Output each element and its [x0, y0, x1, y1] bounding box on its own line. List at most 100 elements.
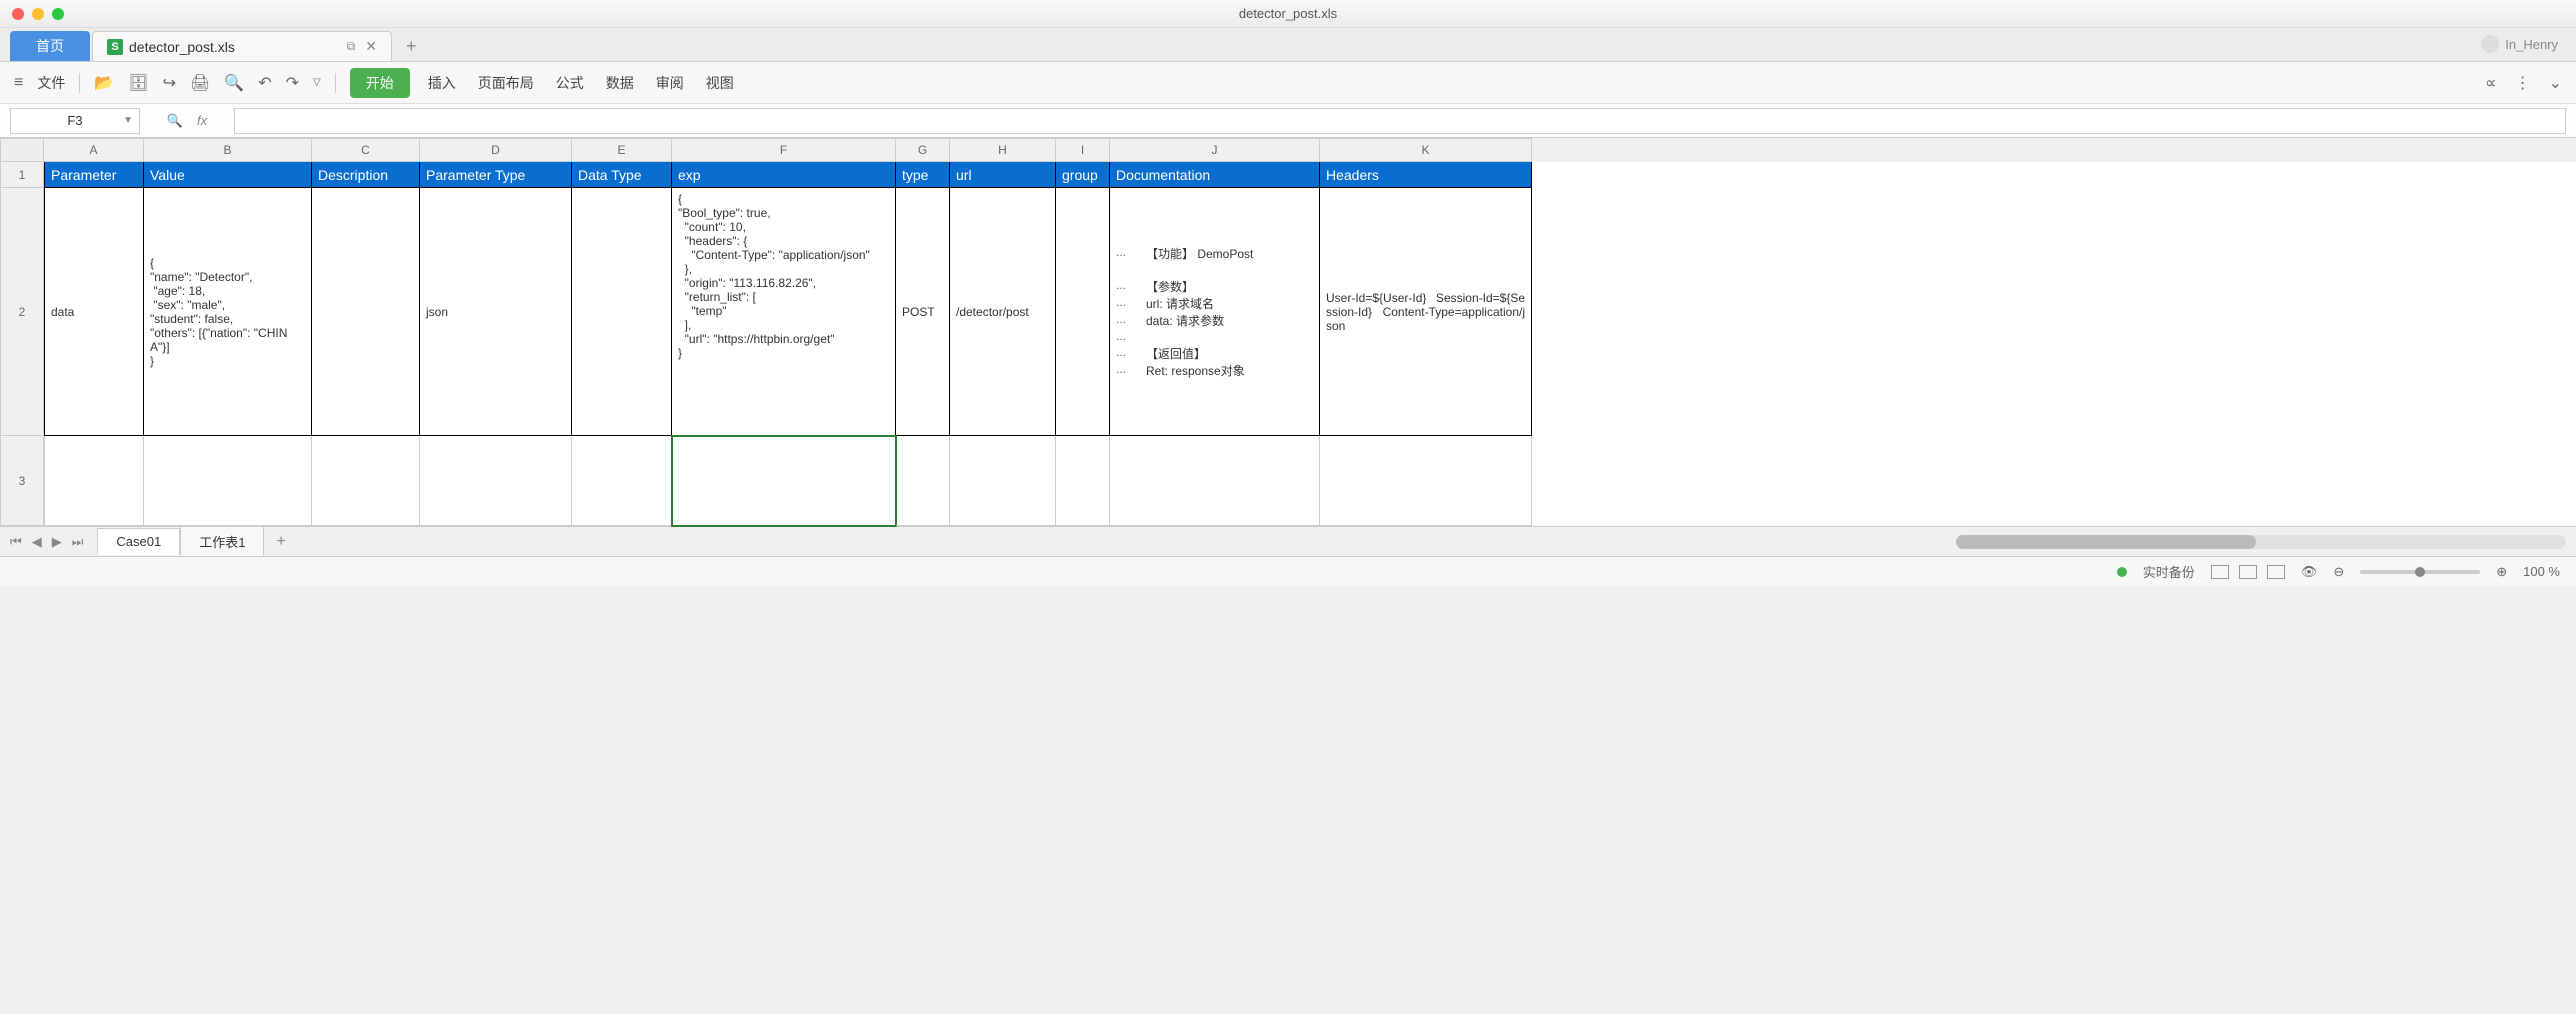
cell-I1[interactable]: group	[1056, 162, 1110, 188]
menu-insert[interactable]: 插入	[424, 73, 460, 93]
menu-formula[interactable]: 公式	[552, 73, 588, 93]
cell-A2[interactable]: data	[44, 188, 144, 436]
share-icon[interactable]: ∝	[2485, 73, 2496, 93]
cell-J1[interactable]: Documentation	[1110, 162, 1320, 188]
zoom-level[interactable]: 100 %	[2523, 564, 2560, 579]
scrollbar-thumb[interactable]	[1956, 535, 2256, 549]
save-icon[interactable]: 🗄	[128, 73, 148, 93]
cell-F3[interactable]	[672, 436, 896, 526]
minimize-window-button[interactable]	[32, 8, 44, 20]
col-header-A[interactable]: A	[44, 138, 144, 162]
cell-E3[interactable]	[572, 436, 672, 526]
cell-E2[interactable]	[572, 188, 672, 436]
cell-G2[interactable]: POST	[896, 188, 950, 436]
dropdown-icon[interactable]: ▽	[313, 77, 321, 88]
cell-K2[interactable]: User-Id=${User-Id} Session-Id=${Session-…	[1320, 188, 1532, 436]
backup-status-label[interactable]: 实时备份	[2143, 562, 2195, 581]
export-icon[interactable]: ↪	[163, 73, 176, 93]
user-area[interactable]: In_Henry	[2481, 27, 2558, 61]
col-header-D[interactable]: D	[420, 138, 572, 162]
add-sheet-button[interactable]: +	[264, 533, 297, 551]
cell-C2[interactable]	[312, 188, 420, 436]
sheet-first-icon[interactable]: ⏮	[10, 534, 22, 550]
zoom-slider[interactable]	[2360, 570, 2480, 574]
row-header-3[interactable]: 3	[0, 436, 44, 526]
cell-B3[interactable]	[144, 436, 312, 526]
cell-E1[interactable]: Data Type	[572, 162, 672, 188]
print-preview-icon[interactable]: 🔍	[224, 73, 244, 93]
col-header-F[interactable]: F	[672, 138, 896, 162]
home-tab[interactable]: 首页	[10, 31, 90, 61]
fx-icon[interactable]: fx	[197, 113, 207, 129]
print-icon[interactable]: 🖨	[190, 73, 210, 93]
cell-H1[interactable]: url	[950, 162, 1056, 188]
cell-J2[interactable]: ...【功能】 DemoPost...【参数】...url: 请求域名...da…	[1110, 188, 1320, 436]
menu-view[interactable]: 视图	[702, 73, 738, 93]
cell-K1[interactable]: Headers	[1320, 162, 1532, 188]
cell-K3[interactable]	[1320, 436, 1532, 526]
row-header-1[interactable]: 1	[0, 162, 44, 188]
row-header-2[interactable]: 2	[0, 188, 44, 436]
col-header-K[interactable]: K	[1320, 138, 1532, 162]
view-page-icon[interactable]	[2239, 565, 2257, 579]
zoom-out-button[interactable]: ⊖	[2333, 564, 2344, 580]
cell-F1[interactable]: exp	[672, 162, 896, 188]
zoom-slider-knob[interactable]	[2415, 567, 2425, 577]
cell-reference-box[interactable]: F3 ▼	[10, 108, 140, 134]
sheet-tab-case01[interactable]: Case01	[97, 528, 180, 555]
eye-icon[interactable]: 👁	[2301, 564, 2318, 580]
cell-H2[interactable]: /detector/post	[950, 188, 1056, 436]
menu-data[interactable]: 数据	[602, 73, 638, 93]
cell-J3[interactable]	[1110, 436, 1320, 526]
col-header-B[interactable]: B	[144, 138, 312, 162]
cell-I3[interactable]	[1056, 436, 1110, 526]
sheet-next-icon[interactable]: ▶	[52, 534, 62, 550]
cell-I2[interactable]	[1056, 188, 1110, 436]
col-header-G[interactable]: G	[896, 138, 950, 162]
redo-icon[interactable]: ↷	[286, 73, 299, 93]
start-menu[interactable]: 开始	[350, 68, 410, 98]
view-split-icon[interactable]	[2267, 565, 2285, 579]
cell-A1[interactable]: Parameter	[44, 162, 144, 188]
menu-page-layout[interactable]: 页面布局	[474, 73, 538, 93]
chevron-down-icon[interactable]: ▼	[123, 115, 133, 126]
cell-G3[interactable]	[896, 436, 950, 526]
col-header-H[interactable]: H	[950, 138, 1056, 162]
cell-H3[interactable]	[950, 436, 1056, 526]
popout-icon[interactable]: ⧉	[347, 39, 356, 54]
cell-D1[interactable]: Parameter Type	[420, 162, 572, 188]
collapse-ribbon-icon[interactable]: ⌄	[2549, 73, 2562, 93]
cell-D3[interactable]	[420, 436, 572, 526]
close-tab-icon[interactable]: ✕	[365, 38, 377, 55]
cell-F2[interactable]: { "Bool_type": true, "count": 10, "heade…	[672, 188, 896, 436]
file-tab[interactable]: S detector_post.xls ⧉ ✕	[92, 31, 392, 61]
menu-review[interactable]: 审阅	[652, 73, 688, 93]
hamburger-icon[interactable]: ≡	[14, 74, 23, 92]
undo-icon[interactable]: ↶	[258, 73, 271, 93]
formula-input[interactable]	[234, 108, 2566, 134]
col-header-C[interactable]: C	[312, 138, 420, 162]
sheet-last-icon[interactable]: ⏭	[72, 534, 84, 550]
view-normal-icon[interactable]	[2211, 565, 2229, 579]
zoom-icon[interactable]: 🔍	[167, 113, 183, 129]
cell-B2[interactable]: { "name": "Detector", "age": 18, "sex": …	[144, 188, 312, 436]
sheet-tab-worksheet1[interactable]: 工作表1	[180, 526, 264, 557]
select-all-corner[interactable]	[0, 138, 44, 162]
add-tab-button[interactable]: +	[394, 31, 429, 61]
cell-G1[interactable]: type	[896, 162, 950, 188]
maximize-window-button[interactable]	[52, 8, 64, 20]
cell-C1[interactable]: Description	[312, 162, 420, 188]
col-header-J[interactable]: J	[1110, 138, 1320, 162]
open-folder-icon[interactable]: 📂	[94, 73, 114, 93]
cell-B1[interactable]: Value	[144, 162, 312, 188]
close-window-button[interactable]	[12, 8, 24, 20]
zoom-in-button[interactable]: ⊕	[2496, 564, 2507, 580]
cell-D2[interactable]: json	[420, 188, 572, 436]
file-menu[interactable]: 文件	[37, 73, 65, 93]
horizontal-scrollbar[interactable]	[1956, 535, 2566, 549]
more-icon[interactable]: ⋮	[2515, 73, 2531, 93]
col-header-E[interactable]: E	[572, 138, 672, 162]
sheet-prev-icon[interactable]: ◀	[32, 534, 42, 550]
cell-A3[interactable]	[44, 436, 144, 526]
col-header-I[interactable]: I	[1056, 138, 1110, 162]
